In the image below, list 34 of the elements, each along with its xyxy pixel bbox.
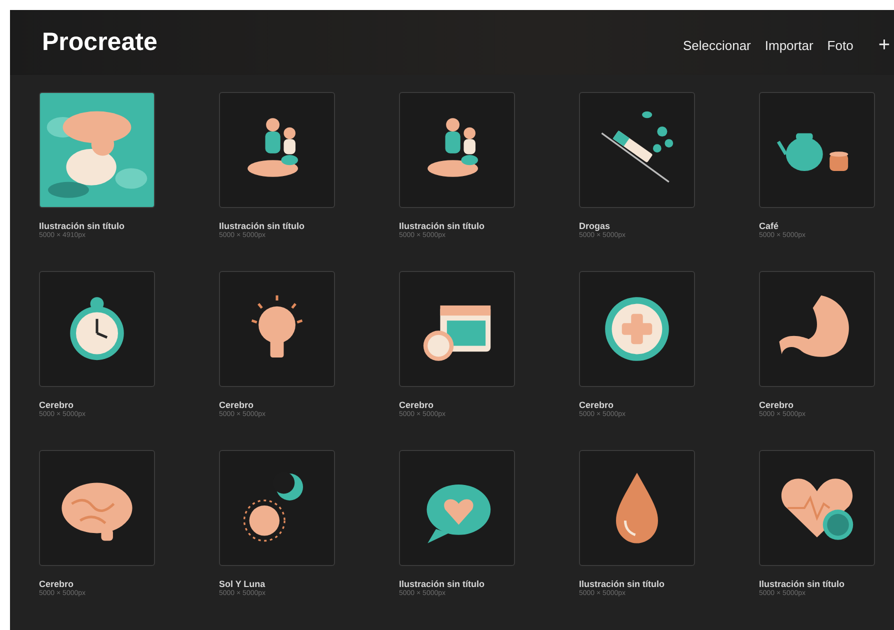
artwork-thumbnail[interactable] (399, 271, 515, 387)
artwork-title: Cerebro (579, 400, 615, 410)
artwork-thumbnail[interactable] (759, 271, 875, 387)
artwork-thumbnail[interactable] (399, 92, 515, 208)
artwork-thumbnail[interactable] (759, 92, 875, 208)
artwork-title: Ilustración sin título (219, 221, 306, 231)
artwork-title: Cerebro (759, 400, 795, 410)
artwork-thumbnail[interactable] (579, 92, 695, 208)
artwork-title: Ilustración sin título (399, 221, 486, 231)
toolbar-button[interactable]: Foto (822, 36, 858, 55)
app-title: Procreate (42, 28, 158, 57)
artwork-title: Ilustración sin título (399, 579, 486, 589)
artwork-thumbnail[interactable] (399, 450, 515, 566)
artwork-title: Sol Y Luna (219, 579, 266, 589)
artwork-thumbnail[interactable] (39, 450, 155, 566)
toolbar-button[interactable]: Importar (760, 36, 818, 55)
artwork-thumbnail[interactable] (759, 450, 875, 566)
artwork-thumbnail[interactable] (219, 92, 335, 208)
add-button[interactable]: + (874, 34, 894, 57)
artwork-title: Cerebro (399, 400, 435, 410)
toolbar-button[interactable]: Seleccionar (678, 36, 756, 55)
artwork-thumbnail[interactable] (579, 450, 695, 566)
artwork-thumbnail[interactable] (219, 450, 335, 566)
artwork-title: Ilustración sin título (759, 579, 846, 589)
artwork-title: Cerebro (39, 400, 75, 410)
artwork-title: Ilustración sin título (579, 579, 666, 589)
artwork-thumbnail[interactable] (219, 271, 335, 387)
artwork-title: Ilustración sin título (39, 221, 126, 231)
artwork-title: Cerebro (219, 400, 255, 410)
artwork-thumbnail[interactable] (579, 271, 695, 387)
artwork-title: Cerebro (39, 579, 75, 589)
artwork-title: Café (759, 221, 780, 231)
artwork-thumbnail[interactable] (39, 271, 155, 387)
artwork-title: Drogas (579, 221, 612, 231)
